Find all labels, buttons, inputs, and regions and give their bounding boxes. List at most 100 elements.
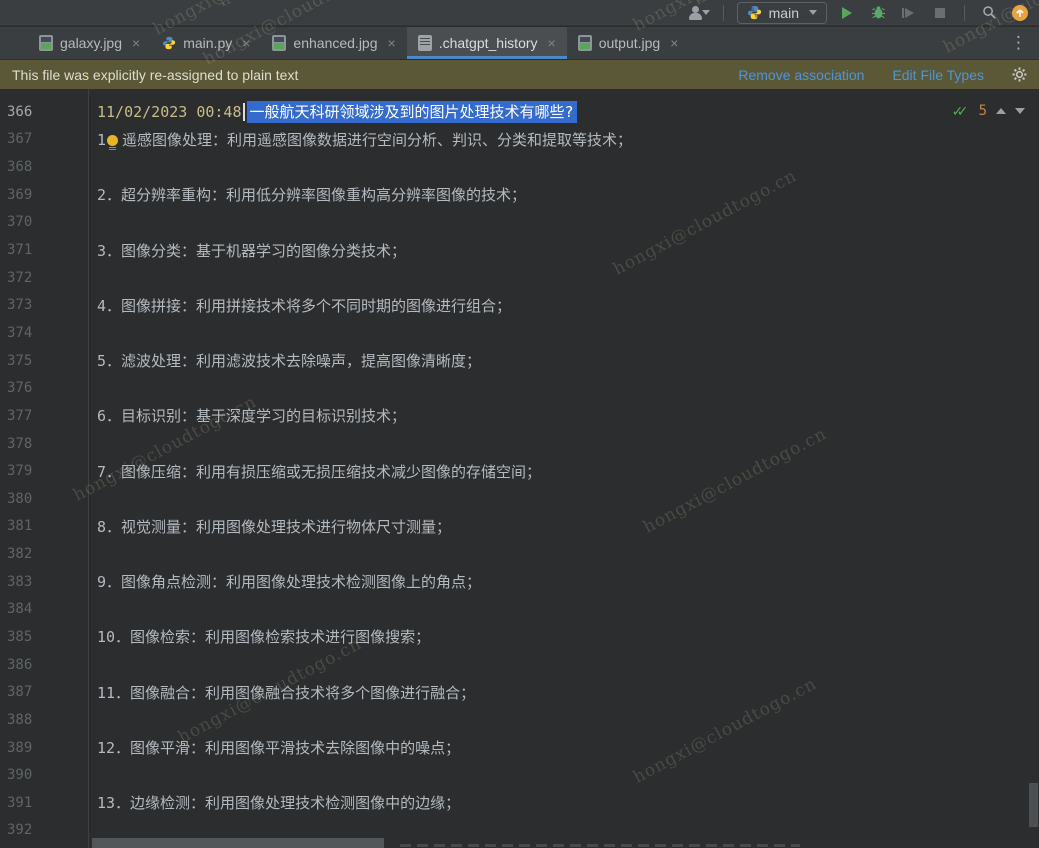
inspections-widget[interactable]: ✓✓ 5 [952, 103, 1025, 119]
line-number: 388 [0, 712, 88, 728]
editor-line-379[interactable]: 3797．图像压缩：利用有损压缩或无损压缩技术减少图像的存储空间； [0, 457, 1039, 485]
editor-line-368[interactable]: 368 [0, 153, 1039, 181]
close-icon[interactable]: × [242, 35, 250, 51]
line-content: 2．超分辨率重构：利用低分辨率图像重构高分辨率图像的技术； [88, 184, 526, 205]
edit-file-types-link[interactable]: Edit File Types [892, 67, 984, 83]
vertical-scrollbar[interactable] [1029, 783, 1038, 827]
line-number: 374 [0, 325, 88, 341]
line-number: 367 [0, 131, 88, 147]
stop-button[interactable] [929, 3, 951, 23]
editor-line-377[interactable]: 3776．目标识别：基于深度学习的目标识别技术； [0, 402, 1039, 430]
editor-line-366[interactable]: 36611/02/2023 00:48一般航天科研领域涉及到的图片处理技术有哪些… [0, 98, 1039, 126]
image-file-icon [578, 35, 592, 51]
line-number: 386 [0, 657, 88, 673]
line-content: 12．图像平滑：利用图像平滑技术去除图像中的噪点； [88, 737, 460, 758]
clipped-text-fragment [400, 844, 800, 847]
editor-line-380[interactable]: 380 [0, 485, 1039, 513]
editor-line-389[interactable]: 38912．图像平滑：利用图像平滑技术去除图像中的噪点； [0, 734, 1039, 762]
tab-chatgpt_history[interactable]: .chatgpt_history × [407, 27, 567, 59]
tab-output-jpg[interactable]: output.jpg× [567, 27, 690, 59]
tab-options-icon[interactable]: ⋮ [998, 33, 1039, 53]
line-content: 6．目标识别：基于深度学习的目标识别技术； [88, 405, 406, 426]
line-content: 5．滤波处理：利用滤波技术去除噪声，提高图像清晰度； [88, 350, 481, 371]
editor-line-385[interactable]: 38510．图像检索：利用图像检索技术进行图像搜索； [0, 623, 1039, 651]
editor-line-372[interactable]: 372 [0, 264, 1039, 292]
editor-line-371[interactable]: 3713．图像分类：基于机器学习的图像分类技术； [0, 236, 1039, 264]
line-number: 392 [0, 822, 88, 838]
tab-label: .chatgpt_history [439, 35, 538, 51]
line-content: 11．图像融合：利用图像融合技术将多个图像进行融合； [88, 682, 475, 703]
line-number: 383 [0, 574, 88, 590]
close-icon[interactable]: × [548, 35, 556, 51]
editor-line-367[interactable]: 3671遥感图像处理：利用遥感图像数据进行空间分析、判识、分类和提取等技术； [0, 126, 1039, 154]
editor-line-382[interactable]: 382 [0, 540, 1039, 568]
tab-enhanced-jpg[interactable]: enhanced.jpg× [261, 27, 406, 59]
line-content: 9．图像角点检测：利用图像处理技术检测图像上的角点； [88, 571, 481, 592]
line-number: 366 [0, 104, 88, 120]
editor-lines: 36611/02/2023 00:48一般航天科研领域涉及到的图片处理技术有哪些… [0, 98, 1039, 844]
close-icon[interactable]: × [132, 35, 140, 51]
editor-line-381[interactable]: 3818．视觉测量：利用图像处理技术进行物体尺寸测量； [0, 513, 1039, 541]
line-number: 375 [0, 353, 88, 369]
toolbar-divider [964, 5, 965, 21]
line-content: 4．图像拼接：利用拼接技术将多个不同时期的图像进行组合； [88, 295, 511, 316]
line-number: 370 [0, 214, 88, 230]
main-toolbar: main [0, 0, 1039, 26]
editor-line-369[interactable]: 3692．超分辨率重构：利用低分辨率图像重构高分辨率图像的技术； [0, 181, 1039, 209]
line-number: 376 [0, 380, 88, 396]
line-text: 遥感图像处理：利用遥感图像数据进行空间分析、判识、分类和提取等技术； [122, 131, 632, 149]
editor-line-387[interactable]: 38711．图像融合：利用图像融合技术将多个图像进行融合； [0, 678, 1039, 706]
timestamp: 11/02/2023 00:48 [97, 103, 242, 121]
text-file-icon [418, 35, 432, 51]
line-number: 387 [0, 684, 88, 700]
settings-gear-icon[interactable] [1012, 67, 1027, 82]
previous-occurrence-icon[interactable] [996, 108, 1006, 114]
run-configuration-select[interactable]: main [737, 2, 827, 24]
chevron-down-icon [702, 10, 710, 15]
run-icon [842, 7, 852, 19]
text-caret [243, 103, 245, 121]
next-occurrence-icon[interactable] [1015, 108, 1025, 114]
python-icon [747, 5, 762, 20]
editor-line-373[interactable]: 3734．图像拼接：利用拼接技术将多个不同时期的图像进行组合； [0, 291, 1039, 319]
editor-line-391[interactable]: 39113．边缘检测：利用图像处理技术检测图像中的边缘； [0, 789, 1039, 817]
editor-line-374[interactable]: 374 [0, 319, 1039, 347]
editor-line-376[interactable]: 376 [0, 374, 1039, 402]
tab-galaxy-jpg[interactable]: galaxy.jpg × [28, 27, 151, 59]
line-content: 11/02/2023 00:48一般航天科研领域涉及到的图片处理技术有哪些? [88, 101, 577, 122]
run-with-coverage-button[interactable] [898, 3, 920, 23]
editor-line-375[interactable]: 3755．滤波处理：利用滤波技术去除噪声，提高图像清晰度； [0, 347, 1039, 375]
line-content: 13．边缘检测：利用图像处理技术检测图像中的边缘； [88, 792, 460, 813]
python-file-icon [162, 36, 176, 50]
line-number: 369 [0, 187, 88, 203]
tab-label: galaxy.jpg [60, 35, 122, 51]
editor-line-378[interactable]: 378 [0, 430, 1039, 458]
user-menu-button[interactable] [688, 3, 710, 23]
editor-line-384[interactable]: 384 [0, 596, 1039, 624]
debug-button[interactable] [867, 3, 889, 23]
run-configuration-label: main [769, 5, 799, 21]
image-file-icon [272, 35, 286, 51]
line-number: 372 [0, 270, 88, 286]
close-icon[interactable]: × [388, 35, 396, 51]
editor-line-386[interactable]: 386 [0, 651, 1039, 679]
editor-line-370[interactable]: 370 [0, 209, 1039, 237]
tab-main-py[interactable]: main.py× [151, 27, 261, 59]
intention-bulb-icon[interactable] [107, 135, 118, 146]
update-notification-button[interactable] [1009, 3, 1031, 23]
banner-message: This file was explicitly re-assigned to … [12, 67, 298, 83]
search-everywhere-button[interactable] [978, 3, 1000, 23]
line-number: 391 [0, 795, 88, 811]
line-number: 377 [0, 408, 88, 424]
remove-association-link[interactable]: Remove association [738, 67, 864, 83]
clipped-popup-fragment [92, 838, 384, 848]
editor-line-383[interactable]: 3839．图像角点检测：利用图像处理技术检测图像上的角点； [0, 568, 1039, 596]
editor-line-390[interactable]: 390 [0, 761, 1039, 789]
line-number: 390 [0, 767, 88, 783]
run-button[interactable] [836, 3, 858, 23]
editor-pane[interactable]: ✓✓ 5 36611/02/2023 00:48一般航天科研领域涉及到的图片处理… [0, 89, 1039, 848]
line-number: 373 [0, 297, 88, 313]
file-type-banner: This file was explicitly re-assigned to … [0, 60, 1039, 89]
editor-line-388[interactable]: 388 [0, 706, 1039, 734]
close-icon[interactable]: × [670, 35, 678, 51]
